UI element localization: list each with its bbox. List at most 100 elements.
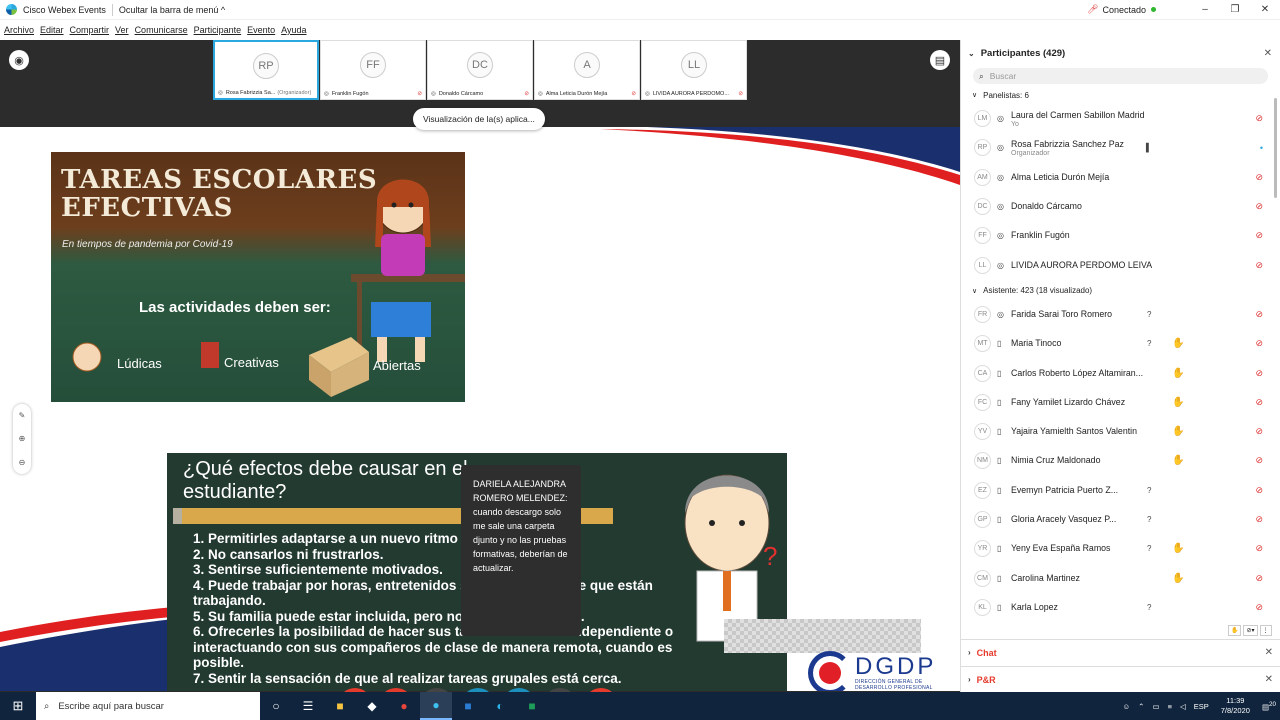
- list-item[interactable]: MT ▯ Maria Tinoco? ✋ ⊘: [961, 329, 1280, 358]
- list-item[interactable]: EZ ▯ Evemyn Patricia Puerto Z...? ⊘: [961, 476, 1280, 505]
- battery-icon[interactable]: ▭: [1152, 702, 1159, 711]
- list-item[interactable]: YV ▯ Yajaira Yamielth Santos Valentin ✋ ⊘: [961, 417, 1280, 446]
- maximize-button[interactable]: ❐: [1220, 4, 1250, 15]
- list-item[interactable]: DC ◎ Donaldo Cárcamo ⊘: [961, 192, 1280, 221]
- share-button[interactable]: ⇪: [420, 688, 454, 692]
- menu-evento[interactable]: Evento: [247, 25, 275, 35]
- mic-muted-icon[interactable]: ⊘: [1255, 485, 1263, 496]
- leave-button[interactable]: ✕: [584, 688, 618, 692]
- mic-muted-icon[interactable]: ⊘: [1255, 573, 1263, 584]
- list-item[interactable]: YR ▯ Yeny Eva España Ramos? ✋ ⊘: [961, 534, 1280, 563]
- raised-hand-icon[interactable]: ✋: [1172, 543, 1184, 554]
- mute-all-icon[interactable]: ⊘▾: [1243, 625, 1258, 636]
- list-item[interactable]: CA ▯ Carlos Roberto López Altamiran... ✋ ⊘: [961, 358, 1280, 387]
- volume-icon[interactable]: ◁: [1180, 702, 1186, 711]
- close-window-button[interactable]: ✕: [1250, 4, 1280, 15]
- mic-muted-icon[interactable]: ⊘: [1255, 113, 1263, 124]
- list-item[interactable]: LM ◎ Laura del Carmen Sabillon Madrid Yo…: [961, 104, 1280, 133]
- hand-tool-icon[interactable]: ✋: [1228, 625, 1242, 636]
- webex-taskbar-icon[interactable]: ●: [420, 692, 452, 720]
- file-explorer-icon[interactable]: ■: [324, 692, 356, 720]
- raised-hand-icon[interactable]: ✋: [1172, 573, 1184, 584]
- mic-muted-icon[interactable]: ⊘: [1255, 368, 1263, 379]
- list-item[interactable]: CM ▯ Carolina Martinez ✋ ⊘: [961, 563, 1280, 592]
- panelists-section-header[interactable]: ∨ Panelistas: 6: [961, 86, 1280, 104]
- mic-muted-icon[interactable]: ⊘: [1255, 455, 1263, 466]
- mute-button[interactable]: 🎤︎: [338, 688, 372, 692]
- clock[interactable]: 11:39 7/8/2020: [1221, 696, 1250, 716]
- menu-archivo[interactable]: Archivo: [4, 25, 34, 35]
- mic-muted-icon[interactable]: ⊘: [1255, 230, 1263, 241]
- thumbnail-dc[interactable]: DC ◎ Donaldo Cárcamo ⊘: [427, 40, 533, 100]
- taskbar-search-input[interactable]: ⌕ Escribe aquí para buscar: [36, 692, 260, 720]
- windows-start-icon[interactable]: ⊞: [0, 698, 36, 714]
- mic-muted-icon[interactable]: ⊘: [1255, 201, 1263, 212]
- menu-comunicarse[interactable]: Comunicarse: [135, 25, 188, 35]
- thumbnail-ll[interactable]: LL ◎ LIVIDA AURORA PERDOMO... ⊘: [641, 40, 747, 100]
- menu-ayuda[interactable]: Ayuda: [281, 25, 306, 35]
- thumbnail-a[interactable]: A ◎ Alma Leticia Durón Mejía ⊘: [534, 40, 640, 100]
- panel-scrollbar[interactable]: [1274, 98, 1277, 198]
- people-icon[interactable]: ☺: [1123, 702, 1131, 711]
- list-item[interactable]: LL ◎ LIVIDA AURORA PERDOMO LEIVA ⊘: [961, 250, 1280, 279]
- list-item[interactable]: GP ▯ Gloria Aracely Vasquez P...? ⊘: [961, 505, 1280, 534]
- thumbnail-rp[interactable]: RP ◎ Rosa Fabrizzia Sa... (Organizador): [213, 40, 319, 100]
- list-item[interactable]: FR ◎ Farida Sarai Toro Romero? ⊘: [961, 300, 1280, 329]
- notification-icon[interactable]: ▤20: [1262, 701, 1276, 712]
- menu-compartir[interactable]: Compartir: [70, 25, 110, 35]
- list-item[interactable]: FF ◎ Franklin Fugón ⊘: [961, 221, 1280, 250]
- annotate-icon[interactable]: ✎: [19, 411, 26, 420]
- minimize-button[interactable]: –: [1190, 4, 1220, 15]
- mic-muted-icon[interactable]: ⊘: [1255, 397, 1263, 408]
- word-icon[interactable]: ■: [452, 692, 484, 720]
- thumbnail-ff[interactable]: FF ◎ Franklin Fugón ⊘: [320, 40, 426, 100]
- zoom-out-icon[interactable]: ⊖: [19, 458, 26, 467]
- excel-icon[interactable]: ■: [516, 692, 548, 720]
- list-item[interactable]: AM ◎ Alma Leticia Durón Mejía ⊘: [961, 163, 1280, 192]
- close-panel-icon[interactable]: ✕: [1264, 48, 1272, 59]
- tray-chevron-icon[interactable]: ⌃: [1138, 702, 1144, 711]
- list-item[interactable]: RP ◎ Rosa Fabrizzia Sanchez Paz Organiza…: [961, 133, 1280, 162]
- menu-editar[interactable]: Editar: [40, 25, 64, 35]
- edge-icon[interactable]: ◐: [484, 692, 516, 720]
- mic-muted-icon[interactable]: ⊘: [1255, 172, 1263, 183]
- participants-button[interactable]: ☺: [461, 688, 495, 692]
- mic-muted-icon[interactable]: ⊘: [1255, 338, 1263, 349]
- attendees-section-header[interactable]: ∨ Asistente: 423 (18 visualizado): [961, 282, 1280, 300]
- task-view-icon[interactable]: ☰: [292, 692, 324, 720]
- collapse-chevron-icon[interactable]: ⌄: [968, 49, 975, 58]
- hide-menu-toggle[interactable]: Ocultar la barra de menú ^: [119, 5, 225, 15]
- sharing-label[interactable]: Visualización de la(s) aplica...: [413, 108, 545, 130]
- panel-header[interactable]: ⌄ Participantes (429) ✕: [961, 40, 1280, 66]
- zoom-in-icon[interactable]: ⊕: [19, 434, 26, 443]
- mic-muted-icon[interactable]: ⊘: [1255, 260, 1263, 271]
- list-item[interactable]: NM ▯ Nimia Cruz Maldonado ✋ ⊘: [961, 446, 1280, 475]
- mic-muted-icon[interactable]: ⊘: [1255, 514, 1263, 525]
- raised-hand-icon[interactable]: ✋: [1172, 455, 1184, 466]
- chrome-icon[interactable]: ●: [388, 692, 420, 720]
- video-button[interactable]: ▣: [379, 688, 413, 692]
- mic-muted-icon[interactable]: ⊘: [1255, 543, 1263, 554]
- raised-hand-icon[interactable]: ✋: [1172, 338, 1184, 349]
- list-item[interactable]: KL ▯ Karla Lopez? ⊘: [961, 593, 1280, 622]
- qa-section-header[interactable]: › P&R ✕: [961, 666, 1280, 692]
- wifi-icon[interactable]: ≡: [1168, 702, 1172, 711]
- layout-icon[interactable]: ◉: [9, 50, 29, 70]
- close-qa-icon[interactable]: ✕: [1265, 674, 1273, 685]
- more-options-button[interactable]: ⋯: [543, 688, 577, 692]
- app-icon[interactable]: ◆: [356, 692, 388, 720]
- chat-button[interactable]: ◯: [502, 688, 536, 692]
- close-chat-icon[interactable]: ✕: [1265, 647, 1273, 658]
- raised-hand-icon[interactable]: ✋: [1172, 397, 1184, 408]
- more-icon[interactable]: ⋮: [1259, 625, 1272, 636]
- search-input[interactable]: ⌕ Buscar: [973, 68, 1268, 84]
- thumbnail-view-icon[interactable]: ▤: [930, 50, 950, 70]
- mic-muted-icon[interactable]: ⊘: [1255, 309, 1263, 320]
- cortana-icon[interactable]: ○: [260, 692, 292, 720]
- language-indicator[interactable]: ESP: [1194, 702, 1209, 711]
- raised-hand-icon[interactable]: ✋: [1172, 426, 1184, 437]
- list-item[interactable]: FC ▯ Fany Yamilet Lizardo Chávez ✋ ⊘: [961, 388, 1280, 417]
- raised-hand-icon[interactable]: ✋: [1172, 368, 1184, 379]
- mic-muted-icon[interactable]: ⊘: [1255, 602, 1263, 613]
- chat-notification[interactable]: DARIELA ALEJANDRA ROMERO MELENDEZ: cuand…: [461, 465, 581, 636]
